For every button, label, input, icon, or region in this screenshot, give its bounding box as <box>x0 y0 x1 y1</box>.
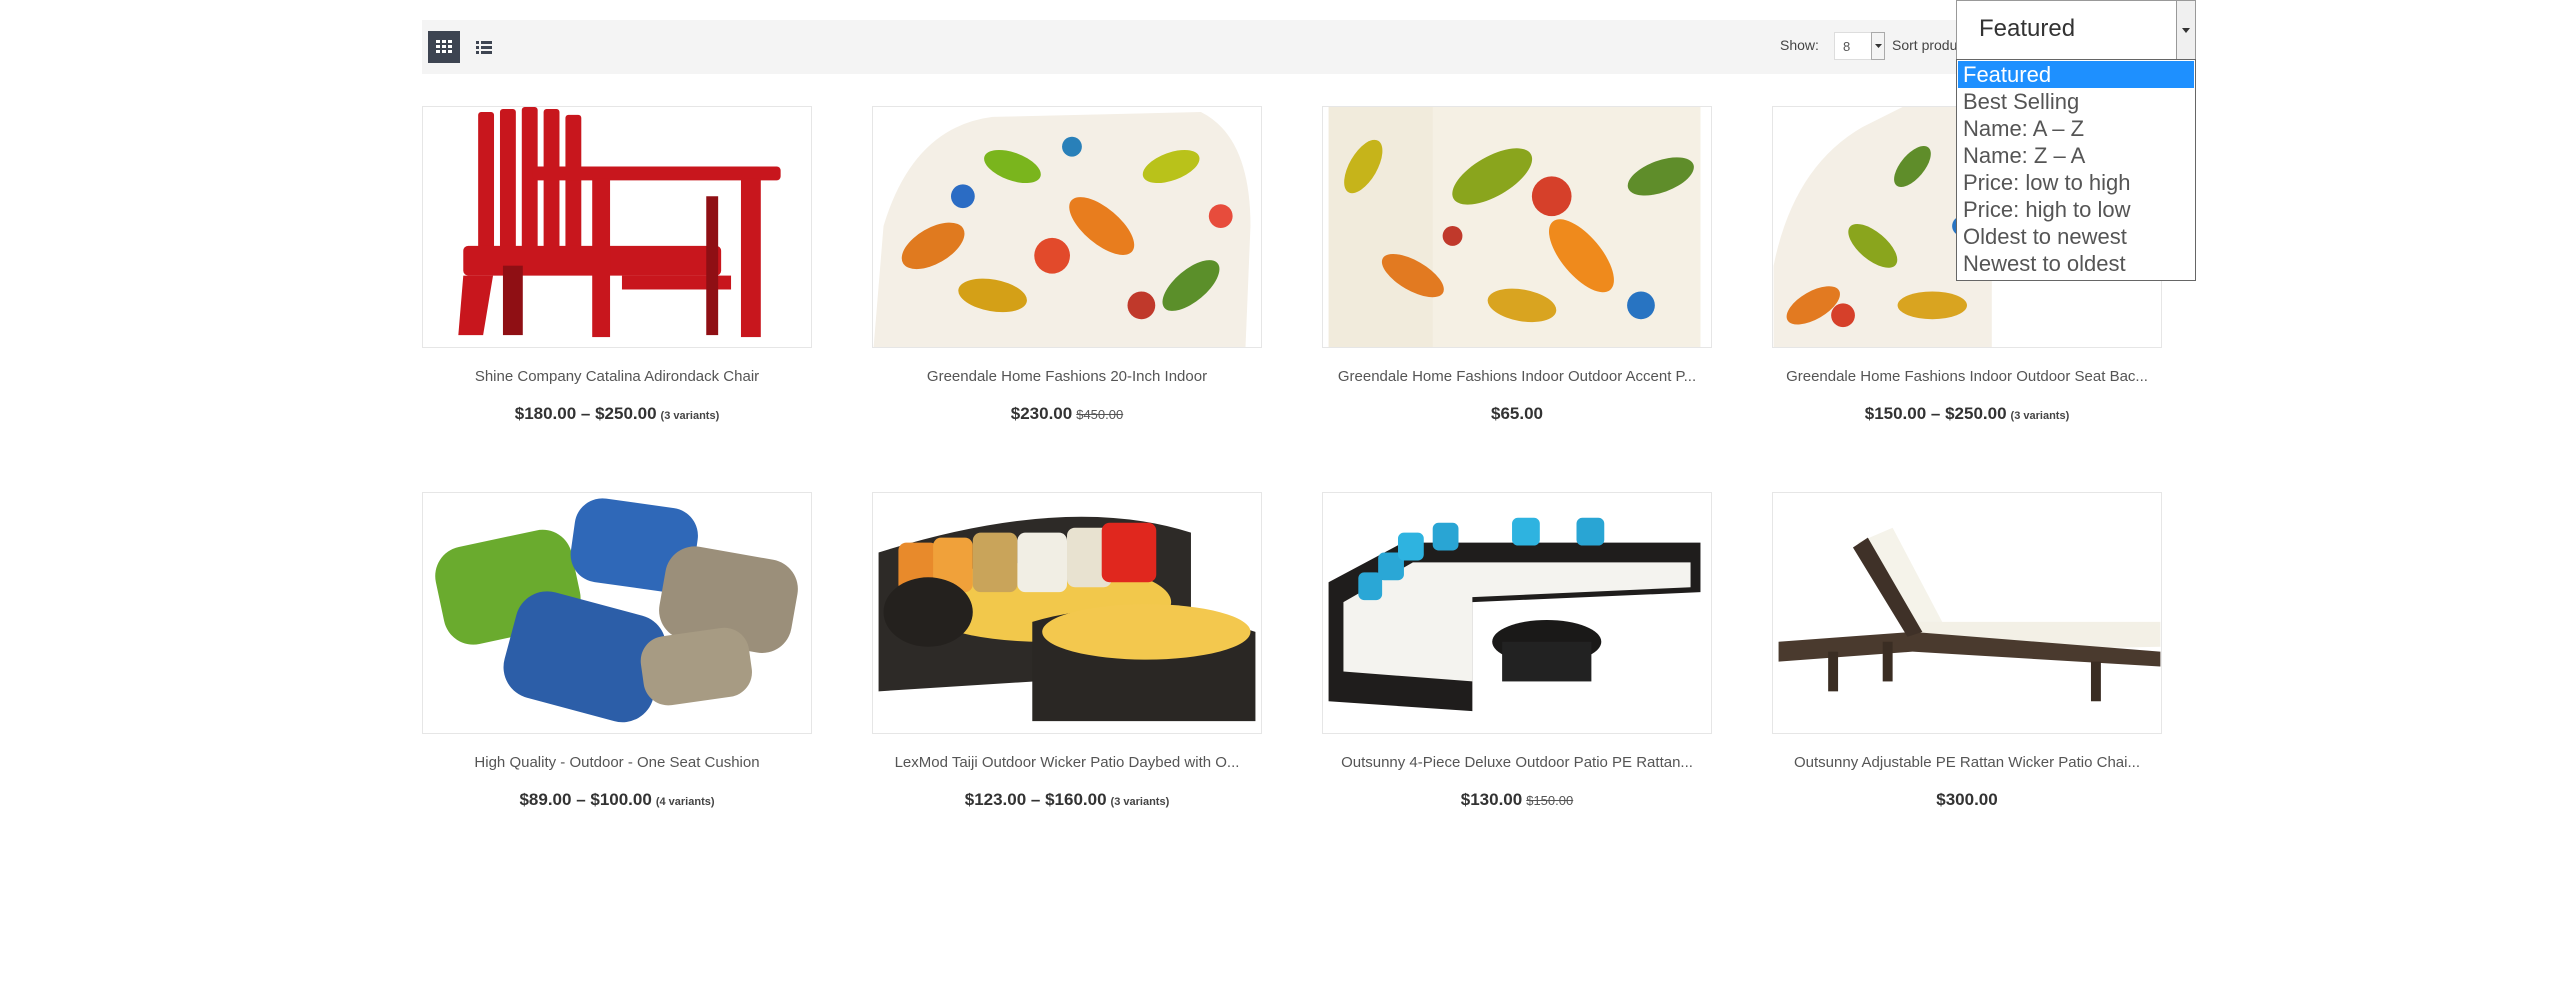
compare-at-price: $150.00 <box>1526 793 1574 808</box>
product-title[interactable]: Outsunny 4-Piece Deluxe Outdoor Patio PE… <box>1322 754 1712 771</box>
product-price: $150.00 – $250.00 (3 variants) <box>1772 404 2162 424</box>
chevron-down-icon <box>2176 1 2195 59</box>
product-image-wicker-daybed[interactable] <box>872 492 1262 734</box>
product-image-accent-pillow[interactable] <box>1322 106 1712 348</box>
grid-view-icon <box>436 40 452 53</box>
sort-option-name-a-z[interactable]: Name: A – Z <box>1958 115 2194 142</box>
product-title[interactable]: LexMod Taiji Outdoor Wicker Patio Daybed… <box>872 754 1262 771</box>
product-image-adirondack-chair[interactable] <box>422 106 812 348</box>
product-price: $300.00 <box>1772 790 2162 810</box>
price-value: $300.00 <box>1936 790 1998 809</box>
product-price: $180.00 – $250.00 (3 variants) <box>422 404 812 424</box>
show-select-value: 8 <box>1843 39 1851 54</box>
price-value: $150.00 – $250.00 <box>1864 404 2007 423</box>
product-title[interactable]: Greendale Home Fashions Indoor Outdoor A… <box>1322 368 1712 385</box>
grid-view-button[interactable] <box>428 31 460 63</box>
collection-toolbar: Show: 8 Sort products by: <box>422 20 2182 74</box>
sort-option-best-selling[interactable]: Best Selling <box>1958 88 2194 115</box>
product-image-floral-cushion[interactable] <box>872 106 1262 348</box>
list-view-button[interactable] <box>468 31 500 63</box>
show-select[interactable]: 8 <box>1834 32 1885 60</box>
variant-count: (4 variants) <box>655 796 715 808</box>
variant-count: (3 variants) <box>1110 796 1170 808</box>
product-title[interactable]: Greendale Home Fashions Indoor Outdoor S… <box>1772 368 2162 385</box>
price-value: $130.00 <box>1460 790 1523 809</box>
sort-option-oldest-newest[interactable]: Oldest to newest <box>1958 223 2194 250</box>
product-title[interactable]: Shine Company Catalina Adirondack Chair <box>422 368 812 385</box>
list-view-icon <box>476 40 492 54</box>
product-image-seat-cushions[interactable] <box>422 492 812 734</box>
price-value: $180.00 – $250.00 <box>514 404 657 423</box>
chevron-down-icon <box>1871 32 1885 60</box>
price-value: $123.00 – $160.00 <box>964 790 1107 809</box>
sort-option-name-z-a[interactable]: Name: Z – A <box>1958 142 2194 169</box>
price-value: $89.00 – $100.00 <box>519 790 652 809</box>
product-title[interactable]: Outsunny Adjustable PE Rattan Wicker Pat… <box>1772 754 2162 771</box>
sort-label: Sort products by: <box>1892 37 1962 53</box>
product-price: $123.00 – $160.00 (3 variants) <box>872 790 1262 810</box>
price-value: $65.00 <box>1491 404 1543 423</box>
sort-option-newest-oldest[interactable]: Newest to oldest <box>1958 250 2194 277</box>
sort-option-featured[interactable]: Featured <box>1958 61 2194 88</box>
product-price: $130.00 $150.00 <box>1322 790 1712 810</box>
variant-count: (3 variants) <box>2010 410 2070 422</box>
product-title[interactable]: Greendale Home Fashions 20-Inch Indoor <box>872 368 1262 385</box>
sort-option-price-high-low[interactable]: Price: high to low <box>1958 196 2194 223</box>
product-price: $65.00 <box>1322 404 1712 424</box>
show-label: Show: <box>1780 37 1819 53</box>
product-price: $230.00 $450.00 <box>872 404 1262 424</box>
product-image-chaise-lounge[interactable] <box>1772 492 2162 734</box>
product-image-rattan-sofa-set[interactable] <box>1322 492 1712 734</box>
product-title[interactable]: High Quality - Outdoor - One Seat Cushio… <box>422 754 812 771</box>
sort-options-list: Featured Best Selling Name: A – Z Name: … <box>1956 59 2196 281</box>
sort-option-price-low-high[interactable]: Price: low to high <box>1958 169 2194 196</box>
variant-count: (3 variants) <box>660 410 720 422</box>
sort-select-value: Featured <box>1979 15 2076 42</box>
sort-select[interactable]: Featured <box>1956 0 2196 60</box>
price-value: $230.00 <box>1010 404 1073 423</box>
compare-at-price: $450.00 <box>1076 407 1124 422</box>
product-price: $89.00 – $100.00 (4 variants) <box>422 790 812 810</box>
